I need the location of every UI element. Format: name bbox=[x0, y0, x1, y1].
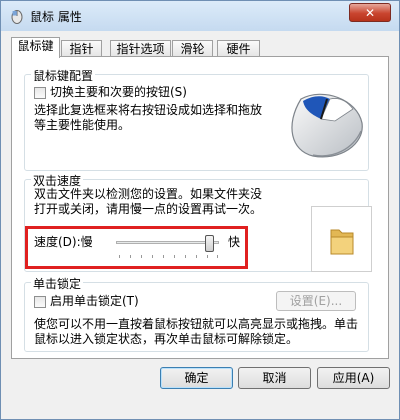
double-click-description-2: 打开或关闭，请用慢一点的设置再试一次。 bbox=[34, 202, 263, 216]
double-click-description-1: 双击文件夹以检测您的设置。如果文件夹没 bbox=[34, 187, 263, 201]
click-lock-settings-button[interactable]: 设置(E)... bbox=[276, 291, 356, 311]
apply-button[interactable]: 应用(A) bbox=[317, 367, 390, 389]
close-button[interactable]: ✕ bbox=[349, 3, 391, 22]
button-configuration-label: 鼠标键配置 bbox=[31, 67, 96, 84]
speed-slow-label: 速度(D):慢 bbox=[34, 235, 93, 249]
tab-hardware[interactable]: 硬件 bbox=[217, 40, 260, 57]
slider-tick bbox=[119, 255, 120, 258]
click-lock-description-1: 使您可以不用一直按着鼠标按钮就可以高亮显示或拖拽。单击 bbox=[34, 317, 359, 331]
slider-tick bbox=[196, 255, 197, 258]
mouse-properties-window: 鼠标 属性 ✕ 鼠标键 指针 指针选项 滑轮 硬件 鼠标键配置 切换主要和次要的… bbox=[0, 0, 400, 420]
tab-pointer-options[interactable]: 指针选项 bbox=[110, 40, 171, 57]
title-bar: 鼠标 属性 ✕ bbox=[1, 1, 399, 31]
switch-buttons-checkbox[interactable] bbox=[34, 87, 46, 99]
speed-slider-track[interactable] bbox=[116, 241, 219, 244]
slider-tick bbox=[207, 255, 208, 258]
mouse-app-icon bbox=[11, 10, 23, 24]
click-lock-label: 单击锁定 bbox=[31, 275, 84, 292]
slider-tick bbox=[185, 255, 186, 258]
tab-buttons[interactable]: 鼠标键 bbox=[11, 37, 60, 58]
ok-button[interactable]: 确定 bbox=[160, 367, 233, 389]
window-title: 鼠标 属性 bbox=[30, 10, 82, 24]
slider-tick bbox=[152, 255, 153, 258]
button-config-description-2: 等主要性能使用。 bbox=[34, 118, 131, 132]
click-lock-description-2: 鼠标以进入锁定状态，再次单击鼠标可解除锁定。 bbox=[34, 332, 299, 346]
test-folder-area[interactable] bbox=[311, 206, 372, 272]
slider-tick bbox=[174, 255, 175, 258]
speed-fast-label: 快 bbox=[228, 235, 241, 249]
slider-tick bbox=[141, 255, 142, 258]
tab-wheel[interactable]: 滑轮 bbox=[172, 40, 213, 57]
enable-click-lock-label[interactable]: 启用单击锁定(T) bbox=[50, 294, 139, 309]
mouse-illustration bbox=[291, 93, 363, 158]
button-config-description-1: 选择此复选框来将右按钮设成如选择和拖放 bbox=[34, 103, 263, 117]
folder-icon[interactable] bbox=[328, 225, 355, 256]
tab-pointers[interactable]: 指针 bbox=[61, 40, 102, 57]
cancel-button[interactable]: 取消 bbox=[238, 367, 311, 389]
slider-tick bbox=[130, 255, 131, 258]
speed-slider-thumb[interactable] bbox=[205, 235, 215, 252]
switch-buttons-label[interactable]: 切换主要和次要的按钮(S) bbox=[50, 85, 187, 100]
slider-tick bbox=[217, 255, 218, 258]
slider-tick bbox=[163, 255, 164, 258]
enable-click-lock-checkbox[interactable] bbox=[34, 296, 46, 308]
